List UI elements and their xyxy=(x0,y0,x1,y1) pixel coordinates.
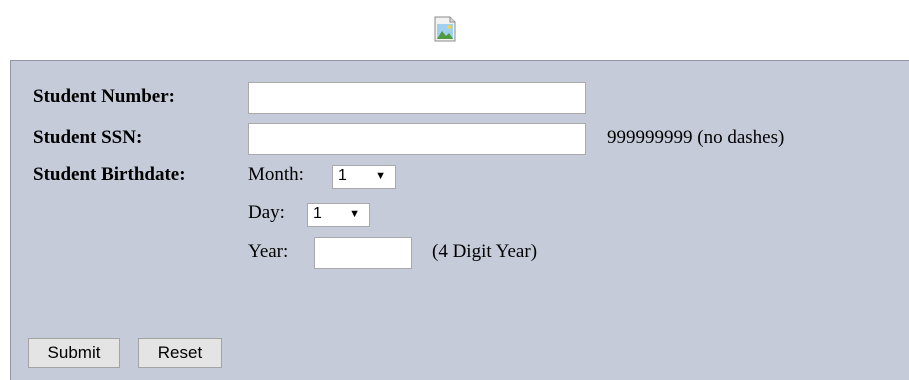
student-ssn-input[interactable] xyxy=(248,123,586,155)
month-select-value: 1 xyxy=(338,167,347,184)
day-label: Day: xyxy=(248,202,285,223)
reset-button[interactable]: Reset xyxy=(138,338,222,368)
year-input[interactable] xyxy=(314,237,412,269)
student-birthdate-label: Student Birthdate: xyxy=(33,164,186,185)
broken-image-icon xyxy=(434,16,456,42)
day-select[interactable]: 1 ▼ xyxy=(307,203,370,227)
year-format-hint: (4 Digit Year) xyxy=(432,241,538,262)
chevron-down-icon: ▼ xyxy=(349,208,360,220)
month-label: Month: xyxy=(248,164,304,185)
student-number-input[interactable] xyxy=(248,82,586,114)
student-number-label: Student Number: xyxy=(33,86,175,107)
ssn-format-hint: 999999999 (no dashes) xyxy=(607,127,785,148)
day-select-value: 1 xyxy=(313,205,322,222)
student-ssn-label: Student SSN: xyxy=(33,127,143,148)
year-label: Year: xyxy=(248,241,289,262)
login-form-panel: Student Number: Student SSN: 999999999 (… xyxy=(10,60,909,380)
month-select[interactable]: 1 ▼ xyxy=(332,165,396,189)
chevron-down-icon: ▼ xyxy=(375,170,386,182)
submit-button[interactable]: Submit xyxy=(28,338,120,368)
